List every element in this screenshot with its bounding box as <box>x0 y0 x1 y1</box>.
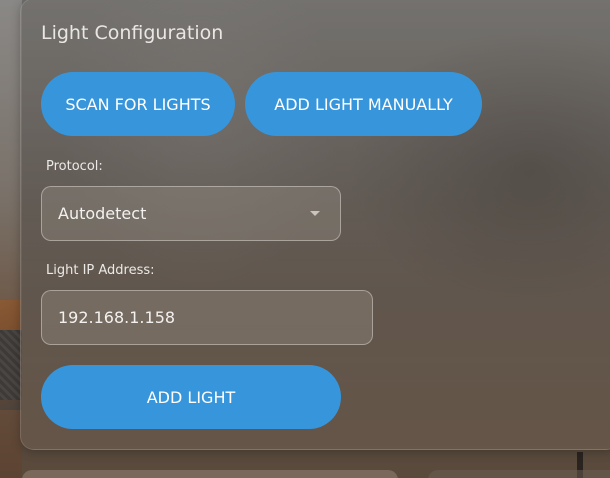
scan-for-lights-button[interactable]: SCAN FOR LIGHTS <box>41 72 235 136</box>
next-panel-edge <box>22 470 398 478</box>
add-light-button[interactable]: ADD LIGHT <box>41 365 341 429</box>
ip-address-label: Light IP Address: <box>46 263 155 278</box>
ip-address-value: 192.168.1.158 <box>58 308 176 327</box>
protocol-select[interactable]: Autodetect <box>41 186 341 241</box>
next-panel-edge-right <box>428 470 610 478</box>
protocol-selected-value: Autodetect <box>58 204 147 223</box>
ip-address-input[interactable]: 192.168.1.158 <box>41 290 373 345</box>
background-rug <box>0 330 22 400</box>
protocol-label: Protocol: <box>46 159 103 174</box>
panel-title: Light Configuration <box>41 22 224 44</box>
add-light-manually-button[interactable]: ADD LIGHT MANUALLY <box>245 72 482 136</box>
chevron-down-icon <box>310 211 320 216</box>
